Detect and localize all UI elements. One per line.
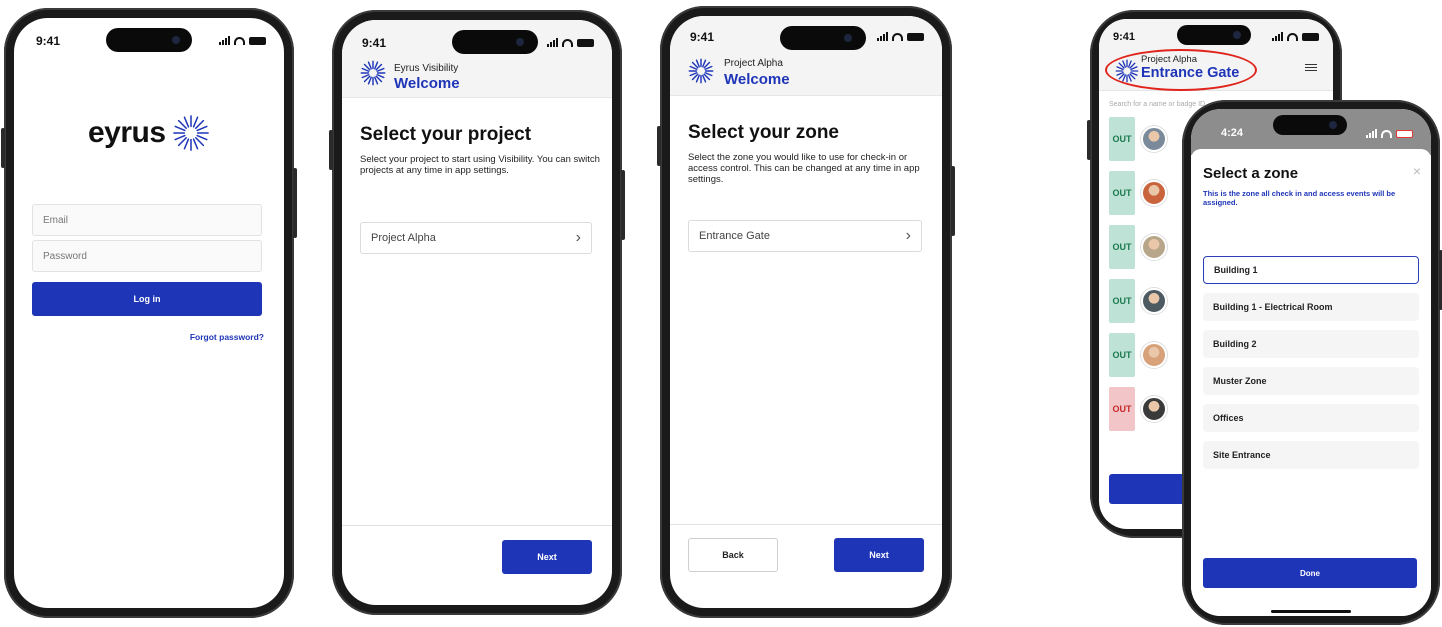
close-icon[interactable]: × [1413, 163, 1421, 179]
logo-text: eyrus [88, 116, 166, 149]
zone-modal-screen: 4:24 Select a zone × This is the zone al… [1191, 109, 1431, 616]
status-badge: OUT [1109, 387, 1135, 431]
login-button[interactable]: Log in [32, 282, 262, 316]
status-badge: OUT [1109, 117, 1135, 161]
zone-option[interactable]: Site Entrance [1203, 441, 1419, 469]
zone-select-value: Entrance Gate [699, 230, 770, 242]
status-icons [1366, 129, 1413, 138]
status-badge: OUT [1109, 225, 1135, 269]
project-screen: 9:41 Eyrus Visibility Welcome Select you… [342, 20, 612, 605]
header-title: Welcome [394, 75, 460, 92]
status-badge: OUT [1109, 279, 1135, 323]
eyrus-logo: eyrus [88, 114, 210, 152]
battery-icon [907, 32, 924, 41]
avatar [1141, 234, 1167, 260]
sunburst-logo-icon [172, 115, 209, 151]
status-time: 9:41 [1113, 31, 1136, 43]
signal-icon [1366, 129, 1377, 138]
project-select[interactable]: Project Alpha › [360, 222, 592, 254]
zone-screen: 9:41 Project Alpha Welcome Select your z… [670, 16, 942, 608]
zone-option[interactable]: Offices [1203, 404, 1419, 432]
status-icons [877, 32, 924, 41]
avatar [1141, 180, 1167, 206]
status-time: 9:41 [36, 34, 61, 48]
zone-option[interactable]: Building 1 - Electrical Room [1203, 293, 1419, 321]
email-field[interactable]: Email [32, 204, 262, 236]
signal-icon [877, 32, 888, 41]
zone-option[interactable]: Building 1 [1203, 256, 1419, 284]
filter-settings-icon[interactable] [1305, 63, 1317, 73]
project-select-value: Project Alpha [371, 232, 436, 244]
wifi-icon [892, 32, 903, 41]
status-time: 9:41 [362, 36, 387, 50]
page-heading: Select your zone [688, 122, 839, 143]
highlight-circle [1105, 49, 1257, 91]
status-icons [1272, 32, 1319, 41]
status-icons [547, 38, 594, 47]
header-subtitle: Project Alpha [724, 58, 783, 69]
home-indicator [1271, 610, 1351, 613]
wifi-icon [562, 38, 573, 47]
header-subtitle: Eyrus Visibility [394, 63, 459, 74]
login-screen: 9:41 eyrus Email Password Log in Forgot … [14, 18, 284, 608]
page-description: Select your project to start using Visib… [360, 154, 600, 176]
battery-icon [1302, 32, 1319, 41]
signal-icon [219, 36, 230, 45]
modal-title: Select a zone [1203, 165, 1299, 182]
password-field[interactable]: Password [32, 240, 262, 272]
signal-icon [547, 38, 558, 47]
signal-icon [1272, 32, 1283, 41]
dynamic-island [780, 26, 866, 50]
done-button[interactable]: Done [1203, 558, 1417, 588]
dynamic-island [1177, 25, 1251, 45]
status-time: 4:24 [1221, 127, 1244, 139]
status-icons [219, 36, 266, 45]
zone-select[interactable]: Entrance Gate › [688, 220, 922, 252]
zone-modal-sheet: Select a zone × This is the zone all che… [1191, 149, 1431, 616]
forgot-password-link[interactable]: Forgot password? [190, 332, 264, 342]
battery-low-icon [1396, 129, 1413, 138]
next-button[interactable]: Next [834, 538, 924, 572]
sunburst-logo-icon [360, 60, 386, 86]
battery-icon [249, 36, 266, 45]
status-time: 9:41 [690, 30, 715, 44]
phone-zone-modal: 4:24 Select a zone × This is the zone al… [1182, 100, 1442, 625]
status-badge: OUT [1109, 333, 1135, 377]
footer-divider [670, 524, 942, 525]
chevron-right-icon: › [905, 227, 911, 244]
footer-divider [342, 525, 612, 526]
battery-icon [577, 38, 594, 47]
dynamic-island [452, 30, 538, 54]
wifi-icon [1287, 32, 1298, 41]
avatar [1141, 396, 1167, 422]
avatar [1141, 342, 1167, 368]
wifi-icon [234, 36, 245, 45]
page-description: Select the zone you would like to use fo… [688, 152, 920, 185]
next-button[interactable]: Next [502, 540, 592, 574]
status-badge: OUT [1109, 171, 1135, 215]
phone-login: 9:41 eyrus Email Password Log in Forgot … [1, 8, 297, 618]
dynamic-island [1273, 115, 1347, 135]
header-title: Welcome [724, 71, 790, 88]
sunburst-logo-icon [688, 58, 714, 84]
back-button[interactable]: Back [688, 538, 778, 572]
avatar [1141, 288, 1167, 314]
zone-option[interactable]: Building 2 [1203, 330, 1419, 358]
phone-project: 9:41 Eyrus Visibility Welcome Select you… [329, 10, 625, 615]
phone-zone: 9:41 Project Alpha Welcome Select your z… [657, 6, 955, 618]
modal-subtitle: This is the zone all check in and access… [1203, 189, 1396, 207]
avatar [1141, 126, 1167, 152]
dynamic-island [106, 28, 192, 52]
zone-option[interactable]: Muster Zone [1203, 367, 1419, 395]
page-heading: Select your project [360, 124, 532, 145]
wifi-icon [1381, 129, 1392, 138]
chevron-right-icon: › [575, 229, 581, 246]
